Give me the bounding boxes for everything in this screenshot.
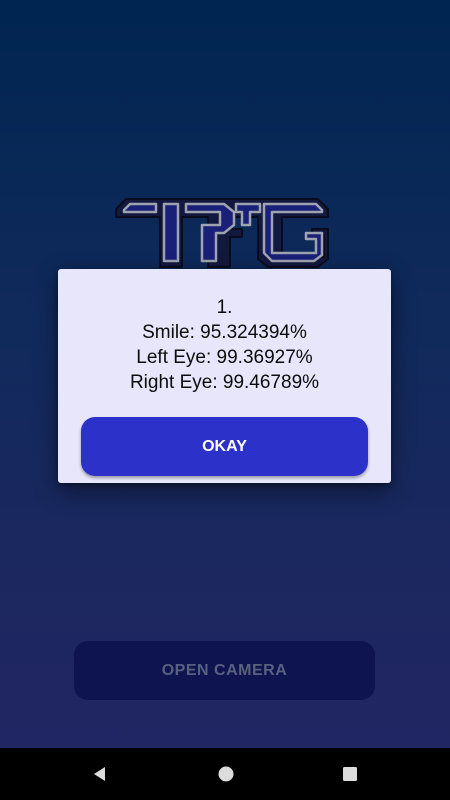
dialog-message: 1. Smile: 95.324394% Left Eye: 99.36927%… [58, 295, 391, 395]
recents-icon [343, 767, 357, 781]
back-button[interactable] [70, 748, 130, 800]
okay-button[interactable]: OKAY [81, 417, 368, 476]
app-screen: OPEN CAMERA 1. Smile: 95.324394% Left Ey… [0, 0, 450, 800]
right-eye-probability: Right Eye: 99.46789% [129, 372, 320, 393]
results-dialog: 1. Smile: 95.324394% Left Eye: 99.36927%… [58, 269, 391, 483]
left-eye-probability: Left Eye: 99.36927% [136, 347, 313, 368]
smile-probability: Smile: 95.324394% [142, 322, 307, 343]
result-index: 1. [216, 297, 233, 318]
home-button[interactable] [196, 748, 256, 800]
navigation-bar [0, 748, 450, 800]
home-icon [218, 766, 234, 782]
back-icon [94, 767, 105, 781]
recents-button[interactable] [320, 748, 380, 800]
